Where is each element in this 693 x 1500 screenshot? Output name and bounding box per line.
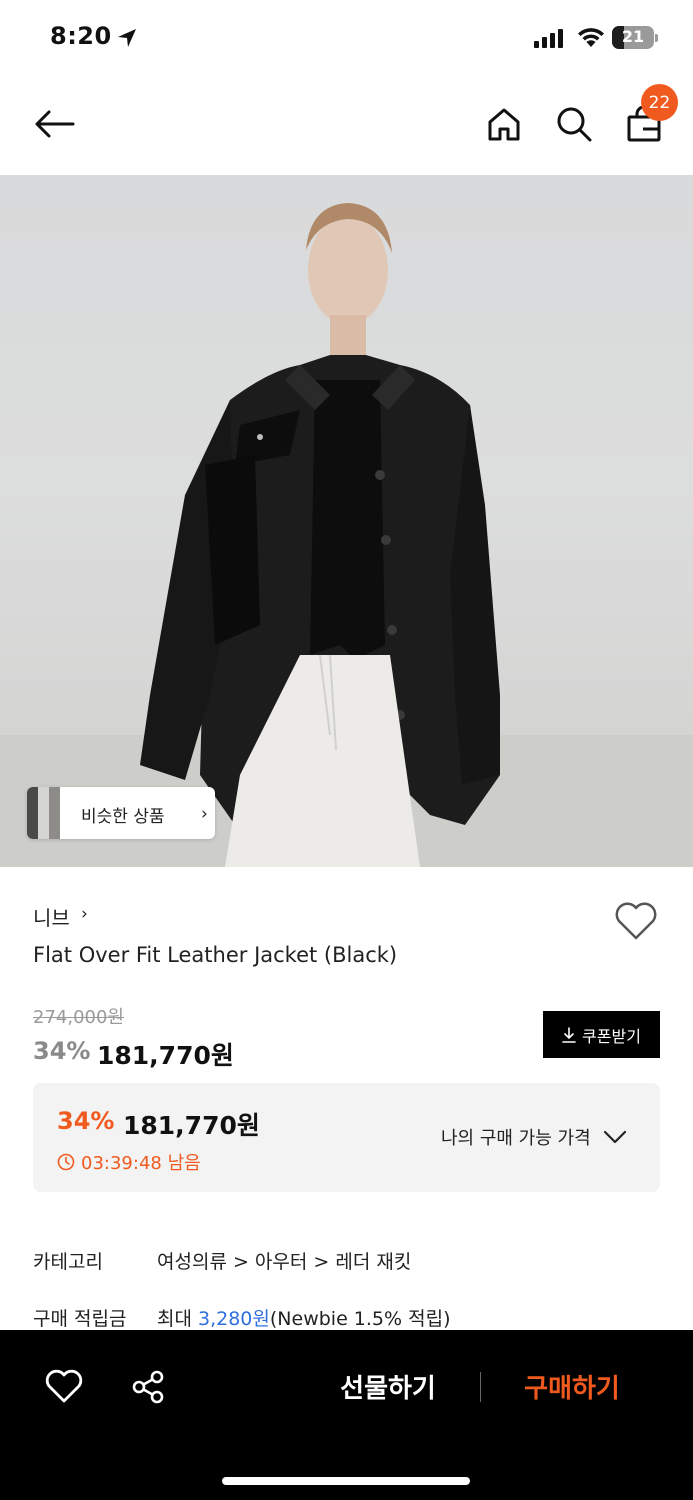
bottom-action-bar: 선물하기 구매하기 (0, 1330, 693, 1500)
original-price: 274,000원 (33, 1007, 124, 1028)
battery-icon: 21 (612, 26, 658, 49)
points-suffix: (Newbie 1.5% 적립) (269, 1308, 451, 1330)
category-path[interactable]: 여성의류 > 아우터 > 레더 재킷 (157, 1247, 411, 1274)
points-label: 구매 적립금 (33, 1308, 127, 1330)
similar-products-label: 비슷한 상품 (81, 807, 165, 827)
search-icon (557, 107, 592, 142)
countdown-timer: 03:39:48 남음 (57, 1149, 201, 1175)
similar-thumbnail (27, 787, 60, 839)
my-price-panel[interactable]: 34% 181,770원 03:39:48 남음 나의 구매 가능 가격 (33, 1083, 660, 1192)
points-prefix: 최대 (157, 1308, 198, 1330)
signal-icon (534, 29, 563, 48)
brand-link[interactable]: 니브 (33, 902, 70, 931)
points-value: 최대 3,280원(Newbie 1.5% 적립) (157, 1304, 450, 1331)
my-price: 181,770원 (123, 1111, 260, 1140)
product-title: Flat Over Fit Leather Jacket (Black) (33, 943, 398, 967)
buy-button[interactable]: 구매하기 (510, 1368, 634, 1408)
product-image[interactable] (0, 175, 693, 867)
coupon-download-button[interactable]: 쿠폰받기 (543, 1011, 660, 1058)
home-icon (488, 108, 520, 141)
status-time: 8:20 (50, 22, 112, 50)
back-arrow-icon (35, 110, 75, 138)
bottom-wishlist-button[interactable] (44, 1368, 84, 1406)
category-label: 카테고리 (33, 1251, 103, 1273)
similar-products-button[interactable]: 비슷한 상품 › (27, 787, 215, 839)
sale-price: 181,770원 (97, 1041, 234, 1070)
wishlist-button[interactable] (613, 900, 659, 942)
gift-button[interactable]: 선물하기 (326, 1368, 450, 1408)
download-icon (562, 1026, 576, 1043)
points-amount: 3,280원 (198, 1308, 270, 1330)
top-nav (0, 86, 693, 166)
home-indicator[interactable] (222, 1477, 470, 1485)
heart-icon (615, 902, 657, 940)
model-photo (0, 203, 693, 867)
heart-icon (45, 1369, 83, 1403)
timer-text: 03:39:48 남음 (81, 1153, 201, 1174)
my-discount-rate: 34% (57, 1107, 115, 1135)
my-price-toggle-label: 나의 구매 가능 가격 (441, 1128, 591, 1149)
share-icon (132, 1370, 164, 1404)
cart-count-badge: 22 (641, 84, 678, 121)
status-bar: 8:20 21 (0, 0, 693, 76)
back-button[interactable] (30, 100, 78, 148)
wifi-icon (578, 28, 604, 47)
share-button[interactable] (130, 1368, 168, 1406)
chevron-right-icon: › (201, 804, 208, 824)
bottom-divider (480, 1372, 481, 1402)
battery-level: 21 (621, 27, 645, 46)
coupon-label: 쿠폰받기 (582, 1026, 641, 1046)
chevron-down-icon (603, 1130, 626, 1144)
search-button[interactable] (550, 100, 598, 148)
discount-rate: 34% (33, 1037, 91, 1065)
home-button[interactable] (480, 100, 528, 148)
location-arrow-icon (118, 29, 136, 47)
clock-icon (57, 1153, 75, 1171)
my-price-toggle[interactable]: 나의 구매 가능 가격 (441, 1124, 627, 1150)
chevron-right-icon: › (81, 904, 88, 924)
